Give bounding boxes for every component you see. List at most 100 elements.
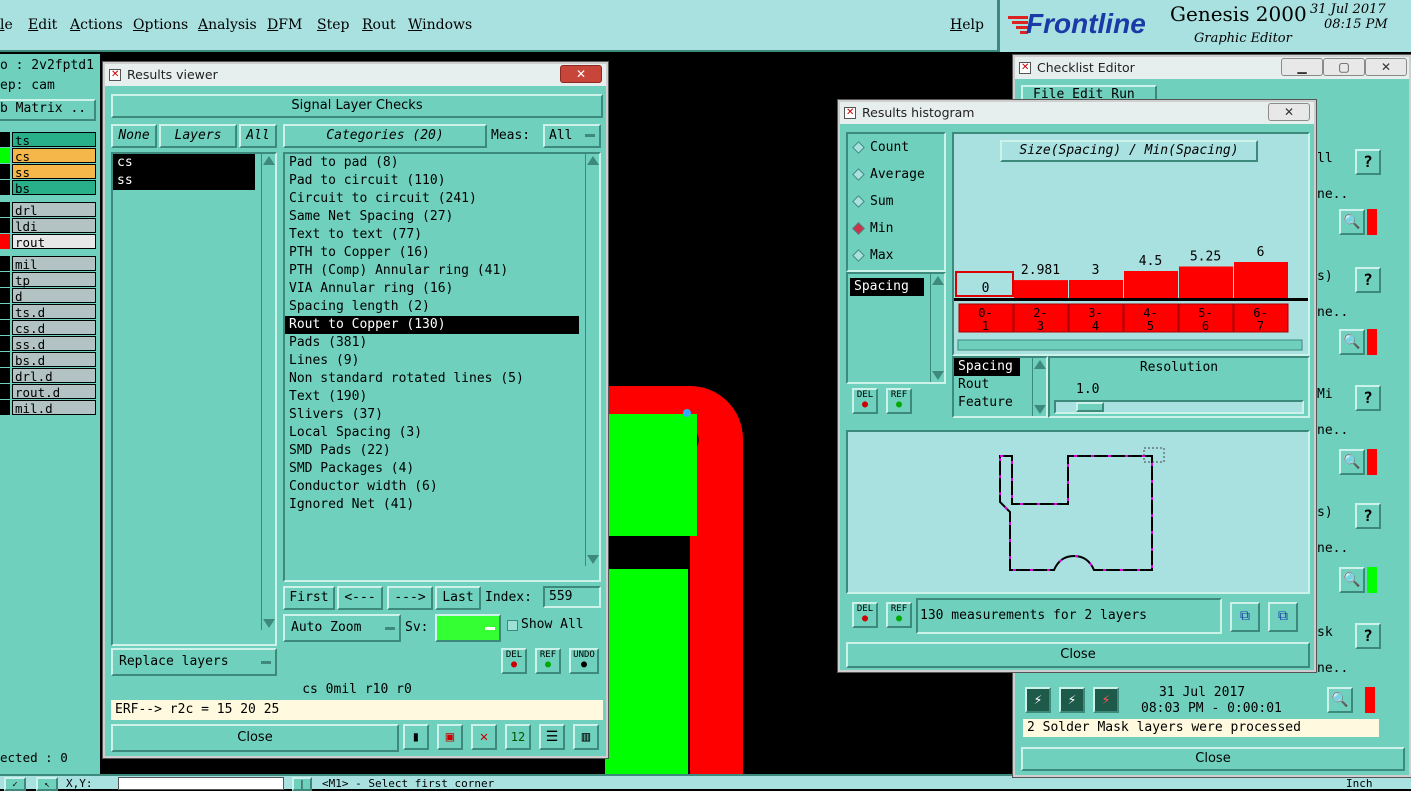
layer-row[interactable]: cs.d: [0, 320, 96, 336]
histogram-close-button[interactable]: Close: [846, 642, 1310, 668]
category-item[interactable]: Text (190): [285, 388, 599, 406]
list-item[interactable]: cs: [113, 154, 255, 172]
meas-dropdown[interactable]: All: [543, 124, 601, 148]
group-list[interactable]: Spacing Rout Feature: [952, 356, 1048, 418]
export-icon[interactable]: ⧉: [1230, 602, 1260, 632]
layer-row[interactable]: bs: [0, 180, 96, 196]
category-item[interactable]: Lines (9): [285, 352, 599, 370]
categories-tab[interactable]: Categories (20): [283, 124, 487, 148]
close-x-button[interactable]: ✕: [1268, 103, 1310, 121]
histogram-bar[interactable]: [1179, 266, 1233, 299]
menu-actions[interactable]: Actions: [70, 17, 123, 33]
layer-row[interactable]: ss.d: [0, 336, 96, 352]
group-item[interactable]: Spacing: [954, 358, 1020, 376]
category-item[interactable]: Rout to Copper (130): [285, 316, 579, 334]
category-item[interactable]: SMD Packages (4): [285, 460, 599, 478]
category-item[interactable]: Pad to pad (8): [285, 154, 599, 172]
menu-analysis[interactable]: Analysis: [198, 17, 257, 33]
menu-file[interactable]: le: [0, 17, 13, 33]
help-icon[interactable]: ?: [1355, 623, 1381, 649]
category-item[interactable]: Text to text (77): [285, 226, 599, 244]
minimize-button[interactable]: ▁: [1281, 58, 1323, 76]
run-icon[interactable]: ⚡: [1025, 687, 1051, 713]
maximize-button[interactable]: ▢: [1323, 58, 1365, 76]
histogram-bar[interactable]: [1234, 262, 1288, 298]
measure-scrollbar[interactable]: [930, 274, 944, 382]
sv-color-dropdown[interactable]: [435, 614, 501, 642]
help-icon[interactable]: ?: [1355, 385, 1381, 411]
histogram-bar[interactable]: [1124, 271, 1178, 298]
menu-windows[interactable]: Windows: [408, 17, 472, 33]
replace-layers-dropdown[interactable]: Replace layers: [111, 648, 277, 676]
category-item[interactable]: Spacing length (2): [285, 298, 599, 316]
list-item[interactable]: Spacing: [850, 278, 924, 296]
prev-button[interactable]: <---: [337, 586, 383, 610]
category-item[interactable]: Pad to circuit (110): [285, 172, 599, 190]
del-icon[interactable]: DEL ●: [852, 388, 878, 414]
layer-row[interactable]: ss: [0, 164, 96, 180]
help-icon[interactable]: ?: [1355, 503, 1381, 529]
category-item[interactable]: Local Spacing (3): [285, 424, 599, 442]
layer-row[interactable]: bs.d: [0, 352, 96, 368]
help-icon[interactable]: ?: [1355, 149, 1381, 175]
menu-rout[interactable]: Rout: [362, 17, 396, 33]
measure-list[interactable]: Spacing: [846, 272, 946, 384]
scroll-up-icon[interactable]: [1034, 360, 1046, 369]
layer-row[interactable]: tp: [0, 272, 96, 288]
mode-radio[interactable]: Max: [848, 242, 944, 269]
histogram-bar[interactable]: [1069, 280, 1123, 298]
layer-row[interactable]: ldi: [0, 218, 96, 234]
layer-row[interactable]: rout: [0, 234, 96, 250]
category-item[interactable]: Circuit to circuit (241): [285, 190, 599, 208]
mode-radio[interactable]: Count: [848, 134, 944, 161]
display-icon[interactable]: ▣: [437, 724, 463, 750]
layer-row[interactable]: ts.d: [0, 304, 96, 320]
run-error-icon[interactable]: ⚡: [1093, 687, 1119, 713]
menu-options[interactable]: Options: [133, 17, 188, 33]
close-x-button[interactable]: ✕: [560, 65, 602, 83]
mode-radio[interactable]: Sum: [848, 188, 944, 215]
scroll-down-icon[interactable]: [263, 619, 275, 628]
category-item[interactable]: Ignored Net (41): [285, 496, 599, 514]
layer-row[interactable]: mil: [0, 256, 96, 272]
categories-scrollbar[interactable]: [585, 154, 599, 566]
menu-dfm[interactable]: DFM: [267, 17, 302, 33]
index-input[interactable]: 559: [543, 586, 601, 608]
layers-list[interactable]: cs ss: [111, 152, 277, 646]
ref-icon[interactable]: REF ●: [886, 388, 912, 414]
layer-row[interactable]: d: [0, 288, 96, 304]
layers-scrollbar[interactable]: [261, 154, 275, 630]
scroll-down-icon[interactable]: [932, 371, 944, 380]
scroll-down-icon[interactable]: [1034, 405, 1046, 414]
category-item[interactable]: Conductor width (6): [285, 478, 599, 496]
report-icon[interactable]: ☰: [539, 724, 565, 750]
del-icon[interactable]: DEL ●: [501, 648, 527, 674]
mode-radio[interactable]: Min: [848, 215, 944, 242]
layer-row[interactable]: ts: [0, 132, 96, 148]
undo-icon[interactable]: UNDO ●: [569, 648, 599, 674]
category-item[interactable]: Same Net Spacing (27): [285, 208, 599, 226]
layer-row[interactable]: cs: [0, 148, 96, 164]
del-icon[interactable]: DEL ●: [852, 602, 878, 628]
category-item[interactable]: VIA Annular ring (16): [285, 280, 599, 298]
number-icon[interactable]: 12: [505, 724, 531, 750]
resolution-slider[interactable]: [1054, 400, 1304, 414]
category-item[interactable]: Non standard rotated lines (5): [285, 370, 599, 388]
category-item[interactable]: SMD Pads (22): [285, 442, 599, 460]
all-button[interactable]: All: [239, 124, 277, 148]
layers-tab[interactable]: Layers: [159, 124, 237, 148]
categories-list[interactable]: Pad to pad (8) Pad to circuit (110) Circui…: [283, 152, 601, 582]
zoom-icon[interactable]: 🔍: [1339, 329, 1365, 355]
scroll-up-icon[interactable]: [263, 156, 275, 165]
category-item[interactable]: PTH to Copper (16): [285, 244, 599, 262]
ref-icon[interactable]: REF ●: [535, 648, 561, 674]
layer-row[interactable]: drl: [0, 202, 96, 218]
ref-icon[interactable]: REF ●: [886, 602, 912, 628]
histogram-bar[interactable]: [1014, 280, 1068, 298]
slider-handle[interactable]: [1076, 402, 1104, 412]
clear-ref-icon[interactable]: ✕: [471, 724, 497, 750]
marker-icon[interactable]: ▮: [403, 724, 429, 750]
category-item[interactable]: Slivers (37): [285, 406, 599, 424]
zoom-icon[interactable]: 🔍: [1339, 449, 1365, 475]
job-matrix-button[interactable]: b Matrix ..: [0, 99, 96, 121]
